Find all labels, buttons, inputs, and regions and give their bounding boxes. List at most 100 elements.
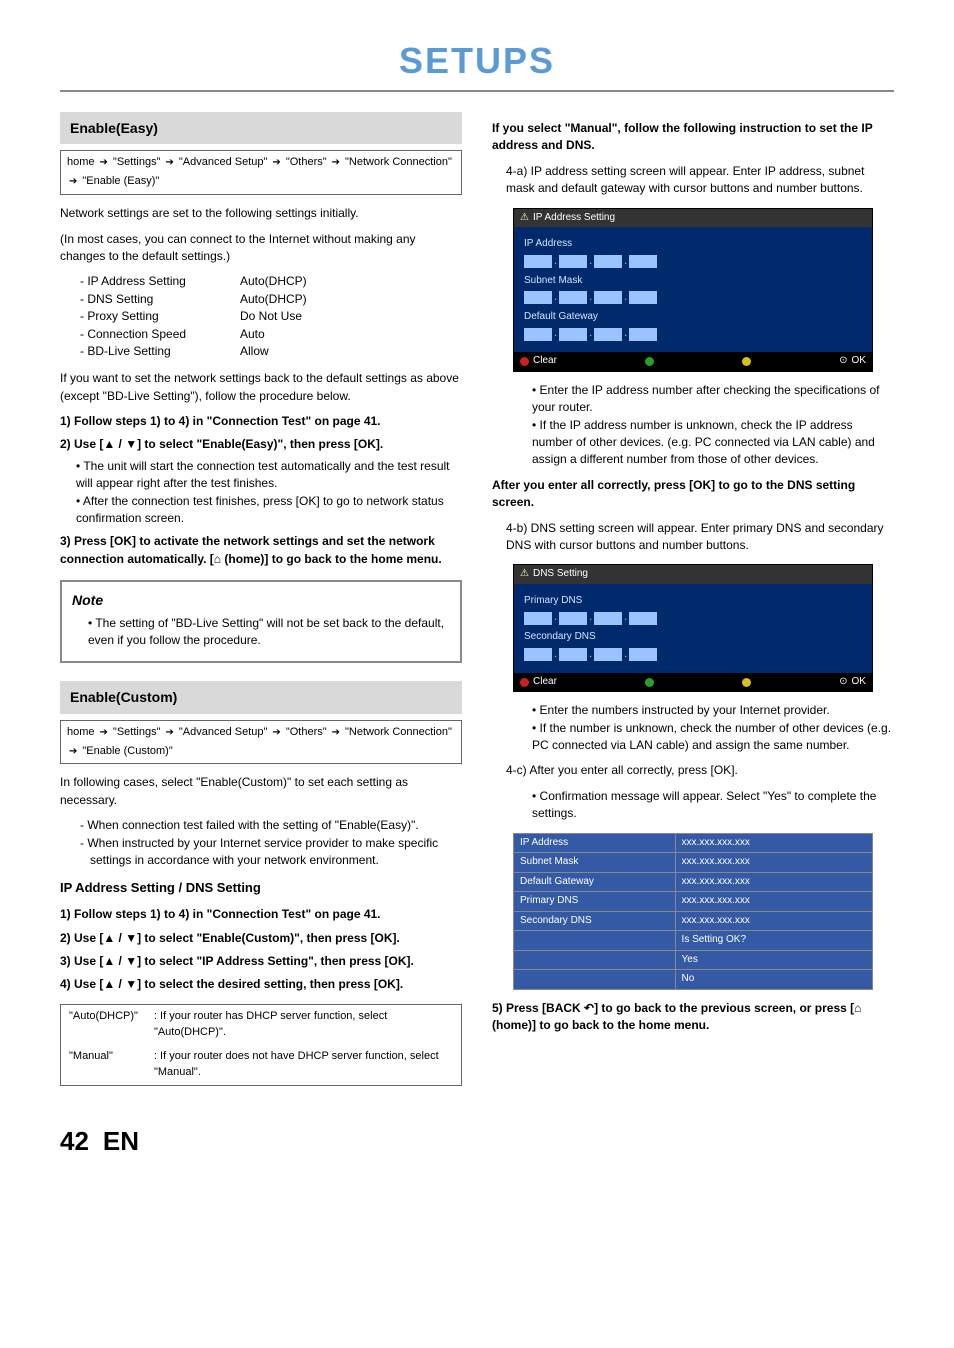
crumb: "Enable (Custom)" xyxy=(82,744,172,760)
green-button-icon[interactable] xyxy=(645,357,654,366)
bullet: Enter the IP address number after checki… xyxy=(532,382,894,417)
table-row: "Manual" : If your router does not have … xyxy=(61,1045,462,1085)
arrow-icon xyxy=(163,155,175,171)
osd-ip-address-setting: IP Address Setting IP Address ... Subnet… xyxy=(513,208,873,372)
ok-icon[interactable]: ⊙ xyxy=(839,675,847,690)
note-body: The setting of "BD-Live Setting" will no… xyxy=(88,615,450,650)
steps-enable-easy: 1) Follow steps 1) to 4) in "Connection … xyxy=(60,413,462,568)
table-row[interactable]: Yes xyxy=(514,950,873,970)
yellow-button-icon[interactable] xyxy=(742,357,751,366)
step-4a: 4-a) IP address setting screen will appe… xyxy=(506,163,894,198)
dhcp-manual-table: "Auto(DHCP)" : If your router has DHCP s… xyxy=(60,1004,462,1086)
ip-input-row[interactable]: ... xyxy=(524,254,862,270)
red-button-icon[interactable] xyxy=(520,357,529,366)
page-number: 42 xyxy=(60,1126,89,1157)
default-value: Auto(DHCP) xyxy=(240,273,462,290)
crumb: "Settings" xyxy=(113,725,161,741)
section-header-enable-easy: Enable(Easy) xyxy=(60,112,462,144)
yellow-button-icon[interactable] xyxy=(742,678,751,687)
step-head: 1) Follow steps 1) to 4) in "Connection … xyxy=(60,906,462,923)
title-divider xyxy=(60,90,894,92)
crumb: "Settings" xyxy=(113,155,161,171)
arrow-icon xyxy=(270,155,282,171)
table-key: "Auto(DHCP)" xyxy=(61,1004,146,1044)
intro-text: In following cases, select "Enable(Custo… xyxy=(60,774,462,809)
osd-dns-setting: DNS Setting Primary DNS ... Secondary DN… xyxy=(513,564,873,692)
arrow-icon xyxy=(98,725,110,741)
ip-input-row[interactable]: ... xyxy=(524,290,862,306)
steps-enable-custom: 1) Follow steps 1) to 4) in "Connection … xyxy=(60,906,462,994)
intro-text: (In most cases, you can connect to the I… xyxy=(60,231,462,266)
crumb: home xyxy=(67,155,95,171)
arrow-icon xyxy=(98,155,110,171)
crumb: "Advanced Setup" xyxy=(179,155,268,171)
table-row: Default Gatewayxxx.xxx.xxx.xxx xyxy=(514,872,873,892)
default-name: - Connection Speed xyxy=(80,326,240,343)
table-val: : If your router has DHCP server functio… xyxy=(146,1004,462,1044)
table-row: Secondary DNSxxx.xxx.xxx.xxx xyxy=(514,911,873,931)
left-column: Enable(Easy) home "Settings" "Advanced S… xyxy=(60,112,462,1096)
crumb: "Advanced Setup" xyxy=(179,725,268,741)
osd-ok: OK xyxy=(852,675,866,690)
green-button-icon[interactable] xyxy=(645,678,654,687)
step-4c: 4-c) After you enter all correctly, pres… xyxy=(506,762,894,779)
bullet: Confirmation message will appear. Select… xyxy=(532,788,894,823)
osd-title: DNS Setting xyxy=(514,565,872,584)
ip-input-row[interactable]: ... xyxy=(524,610,862,626)
default-value: Allow xyxy=(240,343,462,360)
arrow-icon xyxy=(330,155,342,171)
osd-clear: Clear xyxy=(533,354,557,369)
default-value: Auto xyxy=(240,326,462,343)
default-name: - IP Address Setting xyxy=(80,273,240,290)
table-row[interactable]: No xyxy=(514,970,873,990)
arrow-icon xyxy=(67,744,79,760)
table-val: : If your router does not have DHCP serv… xyxy=(146,1045,462,1085)
page-footer: 42 EN xyxy=(60,1126,894,1157)
arrow-icon xyxy=(270,725,282,741)
note-title: Note xyxy=(72,590,450,610)
step-head: 4) Use [▲ / ▼] to select the desired set… xyxy=(60,976,462,993)
osd-label: Subnet Mask xyxy=(524,274,862,289)
bullet: If the IP address number is unknown, che… xyxy=(532,417,894,469)
after-ip-heading: After you enter all correctly, press [OK… xyxy=(492,477,894,512)
breadcrumb-enable-easy: home "Settings" "Advanced Setup" "Others… xyxy=(60,150,462,195)
section-header-enable-custom: Enable(Custom) xyxy=(60,681,462,713)
language-code: EN xyxy=(103,1126,139,1157)
confirm-table: IP Addressxxx.xxx.xxx.xxx Subnet Maskxxx… xyxy=(513,833,873,990)
step-head: 1) Follow steps 1) to 4) in "Connection … xyxy=(60,413,462,430)
bullet: Enter the numbers instructed by your Int… xyxy=(532,702,894,719)
step-4b: 4-b) DNS setting screen will appear. Ent… xyxy=(506,520,894,555)
crumb: "Network Connection" xyxy=(345,725,452,741)
table-row: Primary DNSxxx.xxx.xxx.xxx xyxy=(514,892,873,912)
osd-label: Default Gateway xyxy=(524,310,862,325)
table-row: IP Addressxxx.xxx.xxx.xxx xyxy=(514,833,873,853)
arrow-icon xyxy=(330,725,342,741)
ip-input-row[interactable]: ... xyxy=(524,647,862,663)
crumb: "Others" xyxy=(286,725,327,741)
subhead-ip-dns: IP Address Setting / DNS Setting xyxy=(60,879,462,898)
default-name: - Proxy Setting xyxy=(80,308,240,325)
osd-clear: Clear xyxy=(533,675,557,690)
red-button-icon[interactable] xyxy=(520,678,529,687)
crumb: "Others" xyxy=(286,155,327,171)
default-value: Do Not Use xyxy=(240,308,462,325)
default-settings-list: - IP Address SettingAuto(DHCP) - DNS Set… xyxy=(80,273,462,360)
case-item: - When connection test failed with the s… xyxy=(80,817,462,834)
osd-ok: OK xyxy=(852,354,866,369)
table-key: "Manual" xyxy=(61,1045,146,1085)
ip-input-row[interactable]: ... xyxy=(524,326,862,342)
bullet: If the number is unknown, check the numb… xyxy=(532,720,894,755)
arrow-icon xyxy=(67,174,79,190)
osd-label: Primary DNS xyxy=(524,594,862,609)
ok-icon[interactable]: ⊙ xyxy=(839,354,847,369)
step-head: 3) Press [OK] to activate the network se… xyxy=(60,533,462,568)
page-title: SETUPS xyxy=(60,40,894,82)
osd-title: IP Address Setting xyxy=(514,209,872,228)
intro-text: Network settings are set to the followin… xyxy=(60,205,462,222)
default-name: - DNS Setting xyxy=(80,291,240,308)
osd-label: IP Address xyxy=(524,237,862,252)
manual-heading: If you select "Manual", follow the follo… xyxy=(492,120,894,155)
table-row: Is Setting OK? xyxy=(514,931,873,951)
table-row: "Auto(DHCP)" : If your router has DHCP s… xyxy=(61,1004,462,1044)
note-box: Note The setting of "BD-Live Setting" wi… xyxy=(60,580,462,663)
